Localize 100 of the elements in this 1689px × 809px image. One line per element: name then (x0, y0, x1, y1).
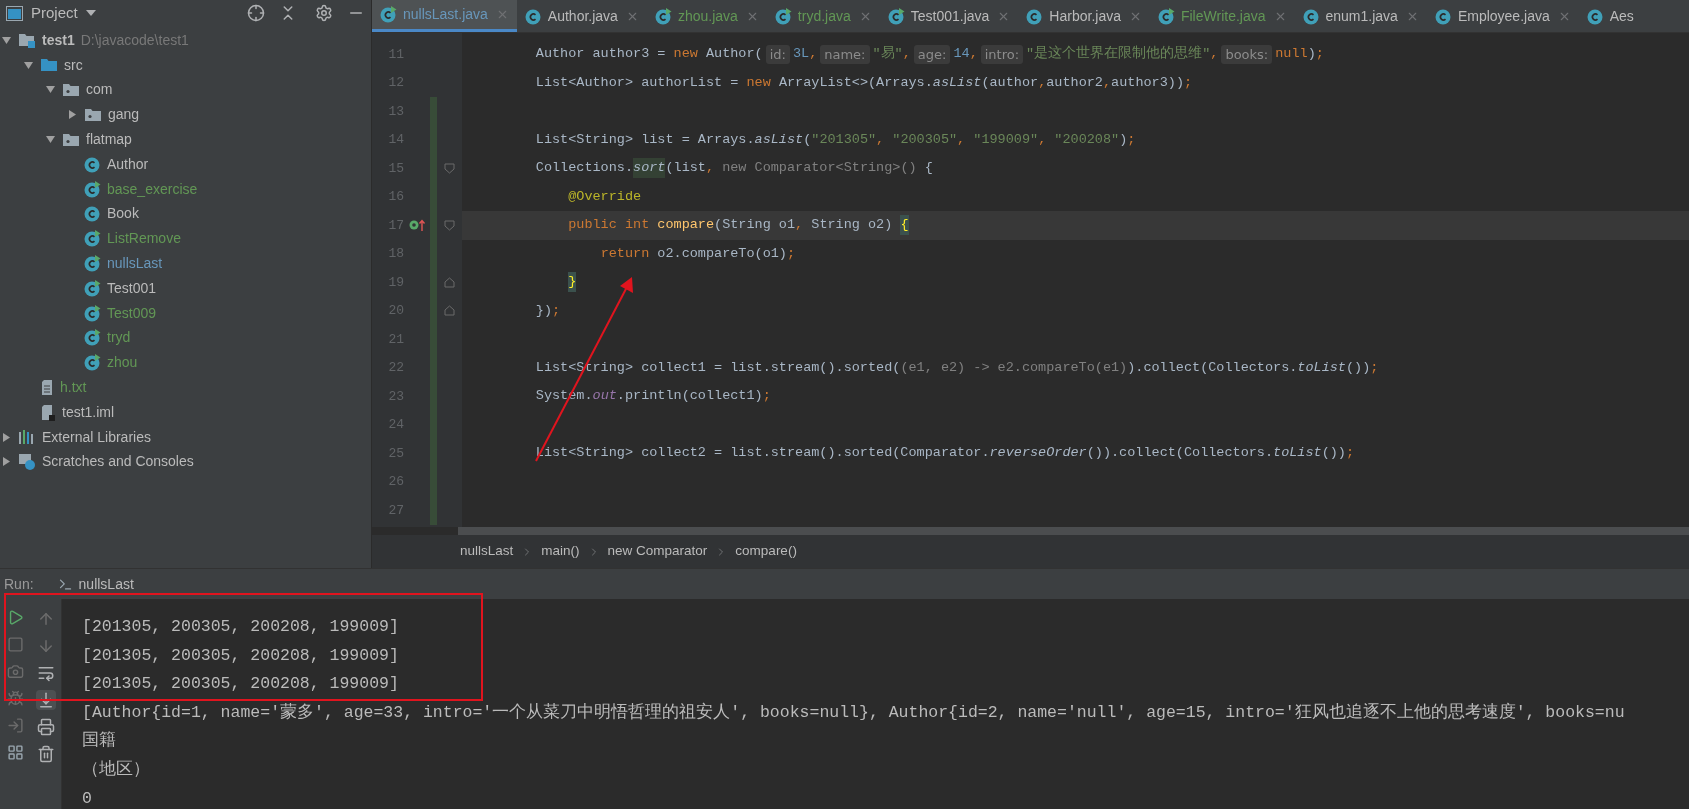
stop-icon[interactable] (6, 636, 24, 653)
tree-item[interactable]: flatmap (86, 129, 132, 151)
runnable-class-icon (887, 7, 905, 25)
horizontal-scrollbar[interactable] (458, 527, 1689, 535)
expanded-arrow-icon[interactable] (22, 59, 34, 71)
module-file-icon (40, 403, 56, 421)
editor-tab[interactable]: Aes (1578, 0, 1642, 32)
console-line: [201305, 200305, 200208, 199009] (82, 616, 400, 638)
tree-item[interactable]: Test001 (107, 277, 157, 299)
runnable-class-icon (84, 255, 101, 273)
runnable-class-icon (84, 230, 101, 248)
runnable-class-icon (774, 7, 792, 25)
tree-item[interactable]: External Libraries (42, 426, 151, 448)
run-tab[interactable]: nullsLast (53, 569, 138, 599)
scroll-to-end-icon[interactable] (35, 690, 56, 710)
class-icon (1026, 7, 1044, 25)
code-line: }); (534, 301, 562, 320)
tab-label: Aes (1609, 6, 1634, 26)
console-line: [Author{id=1, name='蒙多', age=33, intro='一个从菜刀中明悟哲理的祖安人', books=null}, Author{id=2, name='null', age=15, intro='狂风也追逐不上他的思考速度', books=nu (82, 701, 1626, 724)
code-line: List<String> list = Arrays.asList("201305", "200305", "199009", "200208"); (534, 130, 1137, 149)
code-line: List<Author> authorList = new ArrayList<>(Arrays.asList(author,author2,author3)); (534, 73, 1194, 92)
editor-tab[interactable]: zhou.java (646, 0, 767, 32)
package-folder-icon (84, 106, 102, 123)
tree-item[interactable]: base_exercise (107, 178, 198, 200)
editor-tab[interactable]: FileWrite.java (1149, 0, 1295, 32)
tab-label: Harbor.java (1049, 6, 1121, 26)
expanded-arrow-icon[interactable] (0, 34, 12, 46)
tree-item[interactable]: nullsLast (107, 253, 163, 275)
console-line: [201305, 200305, 200208, 199009] (82, 644, 400, 667)
project-path: D:\javacode\test1 (80, 30, 189, 50)
runnable-class-icon (84, 304, 101, 322)
tree-item[interactable]: src (64, 54, 83, 76)
class-icon (1586, 7, 1604, 25)
editor-tab[interactable]: Author.java (516, 0, 647, 32)
console-line: 0 (82, 787, 93, 809)
tree-item[interactable]: Scratches and Consoles (42, 451, 194, 473)
editor-tab[interactable]: Test001.java (879, 0, 1019, 32)
project-view-dropdown[interactable]: Project (31, 1, 96, 25)
code-line: } (462, 268, 1689, 297)
package-folder-icon (62, 131, 80, 148)
runnable-class-icon (84, 180, 101, 198)
class-icon (84, 155, 101, 173)
locate-icon[interactable] (247, 4, 265, 22)
caret-icon (85, 10, 96, 16)
breadcrumb-link[interactable]: nullsLast (460, 541, 514, 562)
run-label: Run: (4, 574, 34, 594)
fold-icon[interactable] (444, 162, 455, 174)
print-icon[interactable] (35, 717, 56, 737)
tab-label: tryd.java (797, 6, 851, 26)
collapsed-arrow-icon[interactable] (0, 456, 12, 468)
collapsed-arrow-icon[interactable] (66, 109, 78, 121)
runnable-class-icon (84, 279, 101, 297)
breadcrumb-link[interactable]: compare() (735, 541, 797, 562)
tree-item[interactable]: com (86, 79, 113, 101)
tree-item[interactable]: Test009 (107, 302, 157, 324)
scratches-icon (18, 453, 36, 471)
expanded-arrow-icon[interactable] (44, 84, 56, 96)
tree-item[interactable]: Book (107, 203, 139, 225)
code-line: Collections.sort(list, new Comparator<String>() { (462, 154, 1689, 183)
runnable-class-icon (84, 329, 101, 347)
override-marker-icon[interactable] (408, 218, 426, 233)
editor-tab[interactable]: Employee.java (1426, 0, 1579, 32)
runnable-class-icon (380, 6, 397, 23)
tree-item[interactable]: test1.iml (62, 401, 115, 423)
tree-item[interactable]: gang (108, 104, 140, 126)
tab-label: nullsLast.java (403, 5, 488, 24)
tab-label: Employee.java (1457, 6, 1550, 26)
fold-end-icon[interactable] (444, 305, 455, 317)
console-icon (57, 576, 73, 592)
breadcrumb-link[interactable]: new Comparator (607, 541, 708, 562)
class-icon (84, 205, 101, 223)
class-icon (524, 7, 542, 25)
collapsed-arrow-icon[interactable] (0, 431, 12, 443)
expanded-arrow-icon[interactable] (44, 134, 56, 146)
tab-label: FileWrite.java (1180, 6, 1266, 26)
editor-tab[interactable]: Harbor.java (1018, 0, 1150, 32)
fold-icon[interactable] (444, 219, 455, 231)
layout-icon[interactable] (6, 744, 24, 761)
class-icon (1434, 7, 1452, 25)
runnable-class-icon (1157, 7, 1175, 25)
tree-item[interactable]: test1 (42, 29, 75, 51)
editor-tab[interactable]: enum1.java (1294, 0, 1427, 32)
runnable-class-icon (654, 7, 672, 25)
settings-icon[interactable] (315, 4, 333, 22)
tree-item[interactable]: Author (107, 153, 149, 175)
tree-item[interactable]: zhou (107, 352, 138, 374)
tree-item[interactable]: h.txt (60, 377, 87, 399)
runnable-class-icon (84, 354, 101, 372)
class-icon (1302, 7, 1320, 25)
fold-end-icon[interactable] (444, 276, 455, 288)
console-line: [201305, 200305, 200208, 199009] (82, 673, 400, 696)
breadcrumb-link[interactable]: main() (541, 541, 580, 562)
tree-item[interactable]: tryd (107, 327, 131, 349)
project-panel-icon (6, 5, 23, 21)
tab-label: Test001.java (910, 6, 990, 26)
editor-tab[interactable]: tryd.java (766, 0, 880, 32)
exit-icon[interactable] (6, 717, 24, 734)
tree-item[interactable]: ListRemove (107, 228, 181, 250)
bug-icon[interactable] (6, 690, 24, 707)
camera-icon[interactable] (6, 663, 24, 680)
